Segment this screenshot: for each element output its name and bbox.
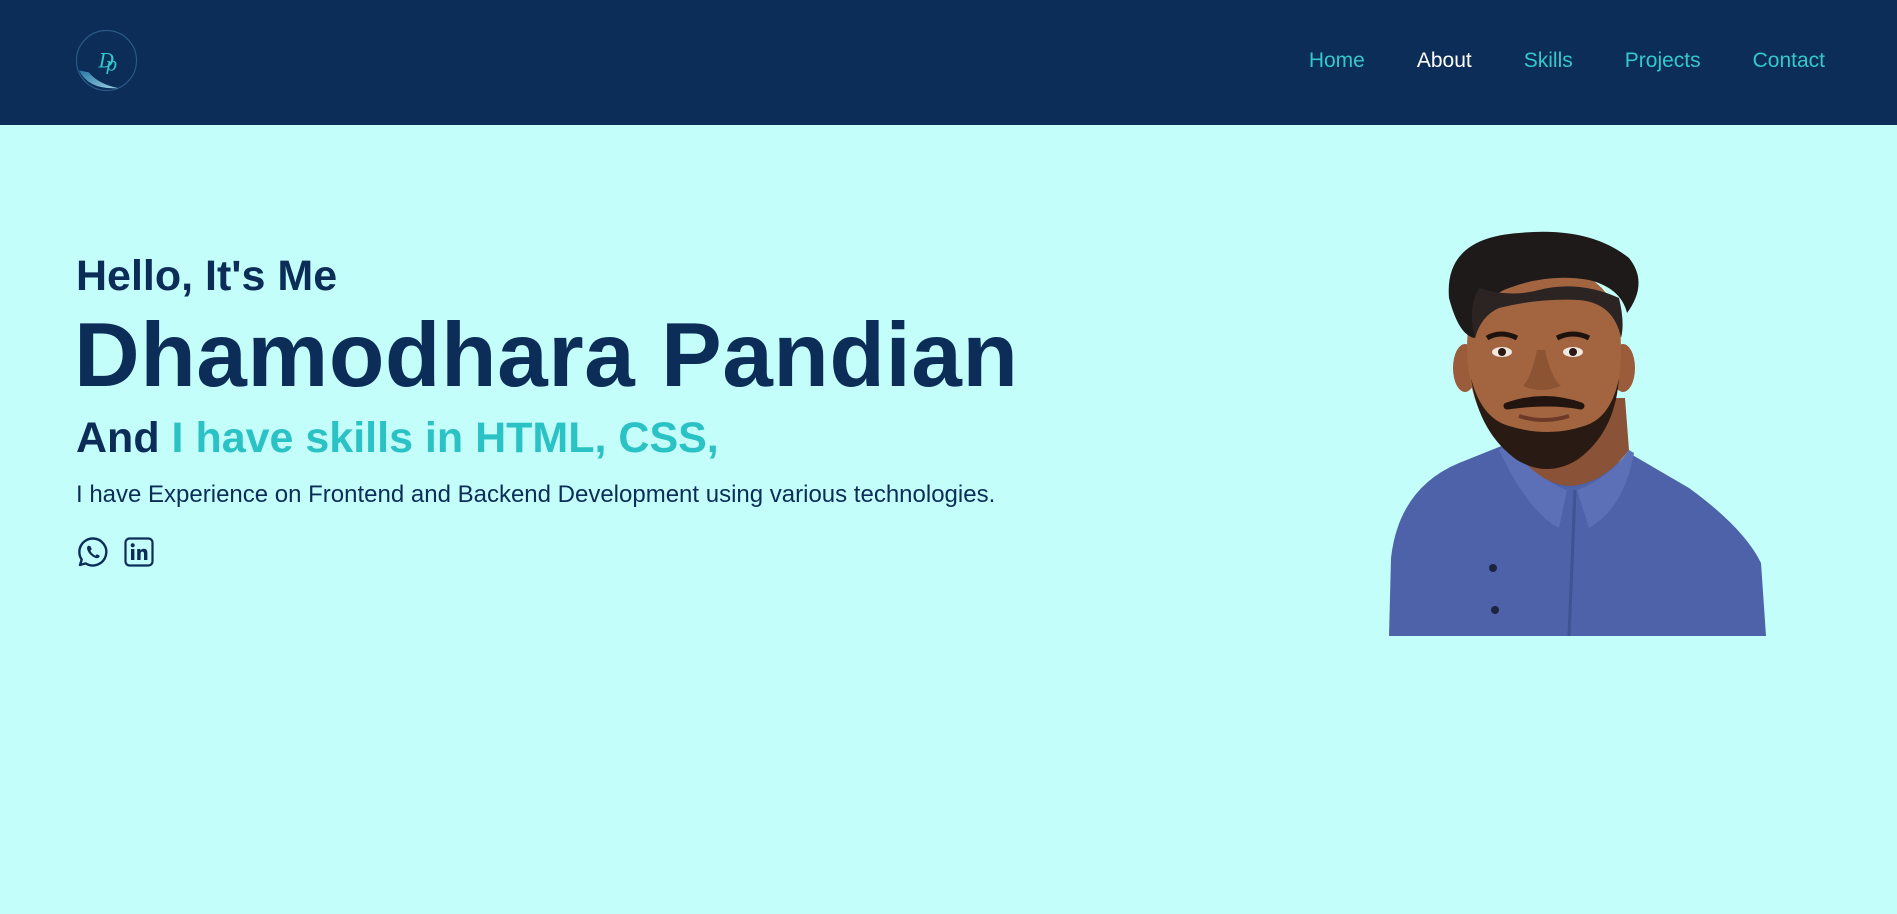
whatsapp-icon bbox=[78, 537, 108, 567]
nav-contact[interactable]: Contact bbox=[1753, 47, 1825, 75]
main-nav: Home About Skills Projects Contact bbox=[1257, 47, 1825, 75]
linkedin-icon bbox=[124, 537, 154, 567]
nav-about[interactable]: About bbox=[1417, 47, 1472, 75]
svg-text:p: p bbox=[106, 55, 117, 75]
nav-home[interactable]: Home bbox=[1309, 47, 1365, 75]
whatsapp-link[interactable] bbox=[76, 535, 110, 569]
hero-name: Dhamodhara Pandian bbox=[74, 305, 1019, 406]
site-header: D p Home About Skills Projects Contact bbox=[0, 0, 1897, 125]
hero-section: Hello, It's Me Dhamodhara Pandian And I … bbox=[74, 250, 1019, 569]
hero-skills-line: And I have skills in HTML, CSS, bbox=[76, 412, 1018, 464]
profile-photo bbox=[1389, 228, 1766, 637]
nav-skills[interactable]: Skills bbox=[1524, 47, 1573, 75]
logo-icon: D p bbox=[75, 29, 138, 92]
linkedin-link[interactable] bbox=[122, 535, 156, 569]
skills-prefix: And bbox=[76, 414, 172, 462]
portrait-illustration bbox=[1389, 231, 1766, 637]
nav-projects[interactable]: Projects bbox=[1625, 47, 1701, 75]
hero-description: I have Experience on Frontend and Backen… bbox=[76, 481, 996, 508]
hero-greeting: Hello, It's Me bbox=[76, 252, 338, 300]
logo[interactable]: D p bbox=[75, 29, 138, 92]
skills-typed-text: I have skills in HTML, CSS, bbox=[171, 414, 719, 462]
social-links bbox=[76, 535, 1018, 569]
